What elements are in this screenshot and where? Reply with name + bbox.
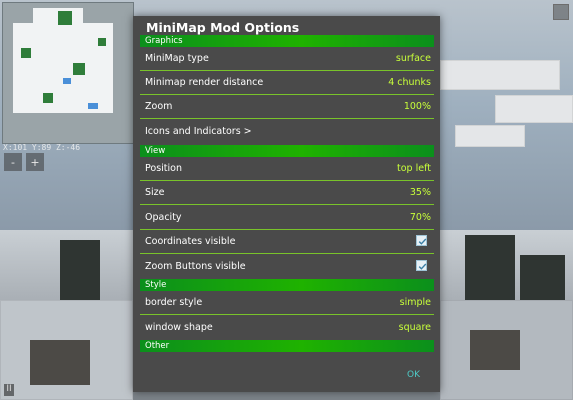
row-label: Zoom bbox=[145, 101, 173, 112]
zoom-buttons-checkbox[interactable] bbox=[416, 260, 427, 271]
row-label: Size bbox=[145, 187, 165, 198]
row-value: simple bbox=[399, 297, 431, 308]
row-label: Minimap render distance bbox=[145, 77, 264, 88]
row-minimap-type[interactable]: MiniMap type surface bbox=[140, 47, 434, 71]
row-icons-and-indicators[interactable]: Icons and Indicators > bbox=[140, 120, 434, 144]
stone-block bbox=[470, 330, 520, 370]
tree-silhouette bbox=[60, 240, 100, 300]
check-icon bbox=[418, 238, 427, 245]
row-value: 4 chunks bbox=[388, 77, 431, 88]
row-label: MiniMap type bbox=[145, 53, 209, 64]
row-value: 70% bbox=[409, 212, 431, 223]
row-value: square bbox=[398, 322, 431, 333]
row-render-distance[interactable]: Minimap render distance 4 chunks bbox=[140, 71, 434, 95]
zoom-out-button[interactable]: - bbox=[4, 153, 22, 171]
minimap bbox=[2, 2, 134, 144]
row-label: Coordinates visible bbox=[145, 236, 236, 247]
row-value: surface bbox=[395, 53, 431, 64]
tree-silhouette bbox=[465, 235, 515, 310]
minimap-options-dialog: MiniMap Mod Options Graphics MiniMap typ… bbox=[133, 16, 440, 392]
dialog-title: MiniMap Mod Options bbox=[146, 20, 300, 35]
row-label: Icons and Indicators > bbox=[145, 126, 252, 137]
corner-menu-button[interactable] bbox=[553, 4, 569, 20]
section-header-other: Other bbox=[140, 340, 434, 352]
row-value: top left bbox=[397, 163, 431, 174]
pause-button[interactable]: II bbox=[4, 384, 14, 396]
cloud-block bbox=[495, 95, 573, 123]
coordinates-checkbox[interactable] bbox=[416, 235, 427, 246]
stone-block bbox=[30, 340, 90, 385]
row-label: window shape bbox=[145, 322, 213, 333]
row-window-shape[interactable]: window shape square bbox=[140, 316, 434, 340]
section-header-style: Style bbox=[140, 279, 434, 291]
row-opacity[interactable]: Opacity 70% bbox=[140, 206, 434, 230]
zoom-in-button[interactable]: + bbox=[26, 153, 44, 171]
row-value: 100% bbox=[403, 101, 431, 112]
row-coordinates-visible[interactable]: Coordinates visible bbox=[140, 230, 434, 254]
cloud-block bbox=[455, 125, 525, 147]
row-label: Opacity bbox=[145, 212, 182, 223]
minimap-zoom-buttons: - + bbox=[4, 153, 44, 171]
section-header-view: View bbox=[140, 145, 434, 157]
row-value: 35% bbox=[409, 187, 431, 198]
section-header-graphics: Graphics bbox=[140, 35, 434, 47]
row-position[interactable]: Position top left bbox=[140, 157, 434, 181]
row-border-style[interactable]: border style simple bbox=[140, 291, 434, 315]
row-size[interactable]: Size 35% bbox=[140, 181, 434, 205]
check-icon bbox=[418, 263, 427, 270]
row-label: Position bbox=[145, 163, 182, 174]
row-label: Zoom Buttons visible bbox=[145, 261, 246, 272]
row-zoom[interactable]: Zoom 100% bbox=[140, 95, 434, 119]
row-zoom-buttons-visible[interactable]: Zoom Buttons visible bbox=[140, 255, 434, 279]
cloud-block bbox=[440, 60, 560, 90]
row-label: border style bbox=[145, 297, 203, 308]
ok-button[interactable]: OK bbox=[407, 370, 420, 380]
coordinates-readout: X:101 Y:89 Z:-46 bbox=[3, 143, 81, 152]
